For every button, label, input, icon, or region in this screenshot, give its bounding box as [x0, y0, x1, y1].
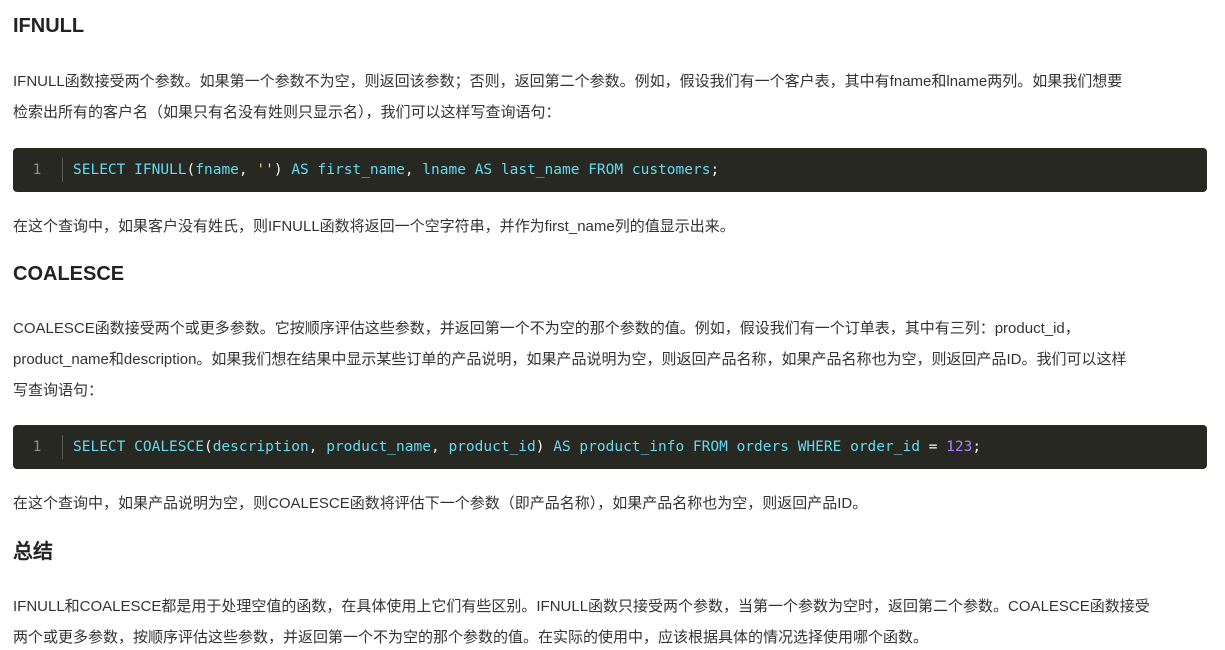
- code-token: 123: [946, 439, 973, 455]
- code-token: AS: [291, 162, 309, 178]
- line-number: 1: [32, 439, 42, 455]
- ifnull-description-line2: 检索出所有的客户名（如果只有名没有姓则只显示名），我们可以这样写查询语句：: [13, 104, 561, 121]
- heading-summary: 总结: [13, 541, 53, 563]
- summary-line1: IFNULL和COALESCE都是用于处理空值的函数，在具体使用上它们有些区别。…: [13, 598, 1150, 615]
- code-token: description: [212, 439, 309, 455]
- code-token: AS: [553, 439, 571, 455]
- heading-coalesce: COALESCE: [13, 263, 125, 285]
- code-token: FROM: [692, 439, 728, 455]
- coalesce-description-line1: COALESCE函数接受两个或更多参数。它按顺序评估这些参数，并返回第一个不为空…: [13, 320, 1080, 337]
- code-block-ifnull[interactable]: 1 SELECT IFNULL(fname, '') AS first_name…: [13, 148, 1207, 192]
- code-token: COALESCE: [134, 439, 204, 455]
- code-token: WHERE: [797, 439, 842, 455]
- code-block-coalesce[interactable]: 1 SELECT COALESCE(description, product_n…: [13, 425, 1207, 469]
- coalesce-description-line3: 写查询语句：: [13, 382, 104, 399]
- code-token: ;: [710, 162, 720, 178]
- code-token: first_name: [317, 162, 405, 178]
- code-token: '': [256, 162, 274, 178]
- code-token: AS: [474, 162, 493, 178]
- code-token: customers: [631, 162, 711, 178]
- code-token: ,: [430, 439, 449, 455]
- code-line: SELECT IFNULL(fname, '') AS first_name, …: [73, 148, 719, 192]
- ifnull-explanation: 在这个查询中，如果客户没有姓氏，则IFNULL函数将返回一个空字符串，并作为fi…: [13, 218, 735, 235]
- code-token: ,: [308, 439, 327, 455]
- code-token: (: [186, 162, 196, 178]
- coalesce-description: COALESCE函数接受两个或更多参数。它按顺序评估这些参数，并返回第一个不为空…: [13, 313, 1213, 406]
- gutter-divider: [62, 435, 63, 459]
- code-token: fname: [195, 162, 239, 178]
- ifnull-description-line1: IFNULL函数接受两个参数。如果第一个参数不为空，则返回该参数；否则，返回第二…: [13, 73, 1123, 90]
- article: IFNULL IFNULL函数接受两个参数。如果第一个参数不为空，则返回该参数；…: [0, 0, 1225, 650]
- code-token: ;: [972, 439, 982, 455]
- code-token: SELECT: [73, 439, 126, 455]
- coalesce-explanation: 在这个查询中，如果产品说明为空，则COALESCE函数将评估下一个参数（即产品名…: [13, 495, 868, 512]
- code-token: ): [273, 162, 292, 178]
- code-token: (: [203, 439, 213, 455]
- line-number: 1: [32, 162, 42, 178]
- code-token: lname: [422, 162, 466, 178]
- code-token: IFNULL: [134, 162, 187, 178]
- ifnull-description: IFNULL函数接受两个参数。如果第一个参数不为空，则返回该参数；否则，返回第二…: [13, 66, 1213, 128]
- summary-line2: 两个或更多参数，按顺序评估这些参数，并返回第一个不为空的那个参数的值。在实际的使…: [13, 629, 929, 646]
- code-token: ,: [404, 162, 423, 178]
- gutter-divider: [62, 158, 63, 182]
- coalesce-description-line2: product_name和description。如果我们想在结果中显示某些订单…: [13, 351, 1127, 368]
- summary-paragraph: IFNULL和COALESCE都是用于处理空值的函数，在具体使用上它们有些区别。…: [13, 591, 1213, 650]
- code-token: product_name: [326, 439, 431, 455]
- code-token: ): [535, 439, 554, 455]
- code-token: last_name: [500, 162, 580, 178]
- code-token: order_id: [850, 439, 920, 455]
- code-token: ,: [238, 162, 257, 178]
- code-token: FROM: [588, 162, 624, 178]
- code-token: product_id: [448, 439, 536, 455]
- code-line: SELECT COALESCE(description, product_nam…: [73, 425, 981, 469]
- code-token: SELECT: [73, 162, 126, 178]
- heading-ifnull: IFNULL: [13, 15, 85, 37]
- code-token: orders: [736, 439, 789, 455]
- code-token: product_info: [579, 439, 685, 455]
